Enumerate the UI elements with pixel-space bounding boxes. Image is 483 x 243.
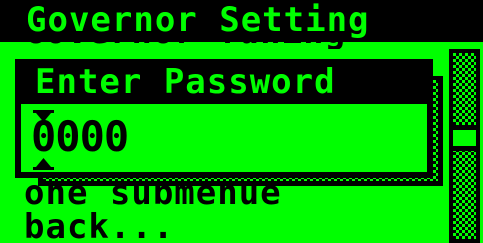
menu-item-partial[interactable]: Governor Tuning [24, 33, 346, 49]
dialog-header: Enter Password [15, 59, 433, 103]
scrollbar[interactable] [449, 49, 480, 243]
arrow-up-icon[interactable] [33, 158, 54, 170]
menu-item-partial-label: Governor Tuning [24, 33, 346, 49]
dialog-title: Enter Password [35, 62, 336, 102]
menu-item-back[interactable]: back... [24, 210, 174, 243]
lcd-screen: Governor Setting Governor Tuning one sub… [0, 0, 483, 243]
password-dialog: Enter Password 0000 [15, 59, 433, 178]
password-value[interactable]: 0000 [31, 114, 129, 160]
password-field[interactable]: 0000 [31, 110, 133, 172]
scrollbar-thumb[interactable] [449, 125, 480, 151]
menu-item-submenu-label: one submenue [24, 182, 282, 213]
dialog-body: 0000 [21, 104, 427, 172]
